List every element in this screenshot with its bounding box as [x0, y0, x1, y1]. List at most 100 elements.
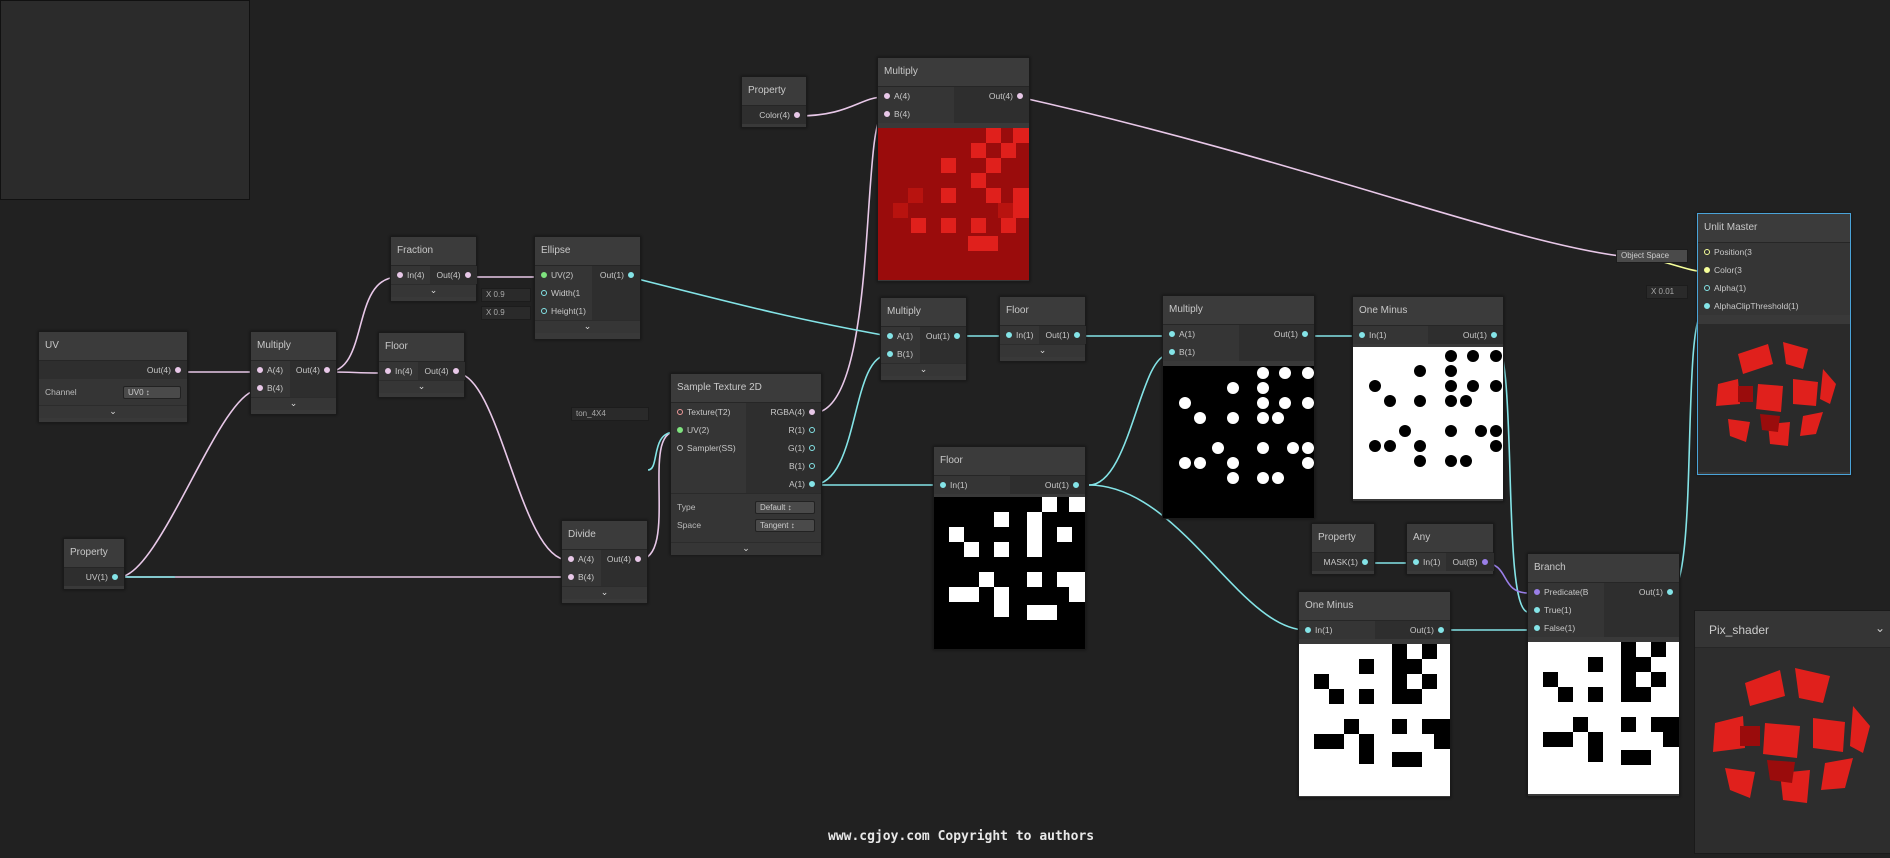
port-dot[interactable] [175, 367, 181, 373]
texture-out-b[interactable]: B(1) [746, 457, 821, 475]
texture-slot-field[interactable]: ton_4X4 [571, 407, 649, 421]
texture-in-sampler[interactable]: Sampler(SS) [671, 439, 746, 457]
divide-node[interactable]: Divide A(4) B(4) Out(4) ⌄ [561, 520, 648, 604]
ellipse-in-width[interactable]: Width(1 [535, 284, 592, 302]
port-dot[interactable] [1438, 627, 1444, 633]
port-dot[interactable] [954, 333, 960, 339]
unlit-in-clip-threshold[interactable]: AlphaClipThreshold(1) [1698, 297, 1850, 315]
port-dot[interactable] [1481, 559, 1488, 565]
port-dot[interactable] [1169, 331, 1175, 337]
multiply-color-out[interactable]: Out(4) [954, 87, 1030, 105]
alpha-value-field[interactable]: X 0.01 [1646, 285, 1688, 299]
port-dot[interactable] [541, 290, 547, 296]
property-uv-node[interactable]: Property UV(1) [63, 538, 125, 590]
port-dot[interactable] [541, 308, 547, 314]
floor3-out[interactable]: Out(1) [1010, 476, 1086, 494]
port-dot[interactable] [1006, 332, 1012, 338]
multiply-color-node[interactable]: Multiply A(4) B(4) Out(4) [877, 57, 1030, 282]
unlit-in-position[interactable]: Position(3 [1698, 243, 1850, 261]
port-dot[interactable] [809, 445, 815, 451]
multiply-node-2[interactable]: Multiply A(1) B(1) Out(1) ⌄ [880, 297, 967, 381]
property-mask-out[interactable]: MASK(1) [1312, 553, 1374, 571]
branch-in-false[interactable]: False(1) [1528, 619, 1604, 637]
port-dot[interactable] [1413, 559, 1419, 565]
port-dot[interactable] [324, 367, 330, 373]
floor-node-2[interactable]: Floor In(1) Out(1) ⌄ [999, 296, 1086, 362]
port-dot[interactable] [1667, 589, 1673, 595]
one-minus-node-1[interactable]: One Minus In(1) Out(1) [1352, 296, 1504, 502]
one-minus-node-2[interactable]: One Minus In(1) Out(1) [1298, 591, 1451, 798]
collapse-chevron-icon[interactable]: ⌄ [671, 542, 821, 555]
port-dot[interactable] [1534, 625, 1540, 631]
texture-out-rgba[interactable]: RGBA(4) [746, 403, 821, 421]
multiply1-in-b[interactable]: B(4) [251, 379, 290, 397]
port-dot[interactable] [809, 409, 815, 415]
port-dot[interactable] [1704, 303, 1710, 309]
texture-out-r[interactable]: R(1) [746, 421, 821, 439]
collapse-chevron-icon[interactable]: ⌄ [391, 284, 476, 297]
blackboard-panel[interactable] [0, 0, 250, 200]
floor1-out[interactable]: Out(4) [418, 362, 464, 380]
chevron-down-icon[interactable]: ⌄ [1875, 621, 1885, 635]
port-dot[interactable] [257, 367, 263, 373]
branch-in-true[interactable]: True(1) [1528, 601, 1604, 619]
port-dot[interactable] [1073, 332, 1080, 338]
collapse-chevron-icon[interactable]: ⌄ [251, 397, 336, 410]
port-dot[interactable] [884, 111, 890, 117]
type-dropdown[interactable]: Default ↕ [755, 501, 815, 514]
port-dot[interactable] [940, 482, 946, 488]
unlit-in-color[interactable]: Color(3 [1698, 261, 1850, 279]
any-out[interactable]: Out(B) [1446, 553, 1493, 571]
ellipse-in-uv[interactable]: UV(2) [535, 266, 592, 284]
port-dot[interactable] [809, 463, 815, 469]
any-in[interactable]: In(1) [1407, 553, 1446, 571]
collapse-chevron-icon[interactable]: ⌄ [562, 586, 647, 599]
multiply1-out[interactable]: Out(4) [290, 361, 336, 379]
multiply-color-in-b[interactable]: B(4) [878, 105, 954, 123]
multiply2-in-b[interactable]: B(1) [881, 345, 920, 363]
port-dot[interactable] [1704, 285, 1710, 291]
one-minus2-out[interactable]: Out(1) [1375, 621, 1451, 639]
port-dot[interactable] [397, 272, 403, 278]
port-dot[interactable] [677, 445, 683, 451]
object-space-dropdown[interactable]: Object Space [1616, 249, 1688, 263]
branch-in-predicate[interactable]: Predicate(B [1528, 583, 1604, 601]
port-dot[interactable] [635, 556, 641, 562]
unlit-in-alpha[interactable]: Alpha(1) [1698, 279, 1850, 297]
uv-out-port[interactable]: Out(4) [39, 361, 187, 379]
channel-dropdown[interactable]: UV0 ↕ [123, 386, 181, 399]
texture-in-tex[interactable]: Texture(T2) [671, 403, 746, 421]
port-dot[interactable] [794, 112, 800, 118]
port-dot[interactable] [1017, 93, 1023, 99]
collapse-chevron-icon[interactable]: ⌄ [39, 405, 187, 418]
property-uv-out-port[interactable]: UV(1) [64, 568, 124, 586]
port-dot[interactable] [809, 481, 815, 487]
branch-out[interactable]: Out(1) [1604, 583, 1680, 601]
ellipse-in-height[interactable]: Height(1) [535, 302, 592, 320]
port-dot[interactable] [887, 351, 893, 357]
unlit-master-node[interactable]: Unlit Master Position(3 Color(3 Alpha(1)… [1697, 213, 1851, 475]
multiply-node-1[interactable]: Multiply A(4) B(4) Out(4) ⌄ [250, 331, 337, 415]
height-value-field[interactable]: X 0.9 [481, 306, 531, 320]
port-dot[interactable] [452, 368, 459, 374]
floor3-in[interactable]: In(1) [934, 476, 1010, 494]
any-node[interactable]: Any In(1) Out(B) [1406, 523, 1494, 575]
one-minus1-out[interactable]: Out(1) [1428, 326, 1503, 344]
port-dot[interactable] [568, 556, 574, 562]
divide-out[interactable]: Out(4) [601, 550, 647, 568]
port-dot[interactable] [1302, 331, 1308, 337]
port-dot[interactable] [1534, 589, 1540, 595]
ellipse-out[interactable]: Out(1) [592, 266, 640, 284]
floor2-out[interactable]: Out(1) [1039, 326, 1085, 344]
uv-node[interactable]: UV Out(4) Channel UV0 ↕ ⌄ [38, 331, 188, 423]
property-mask-node[interactable]: Property MASK(1) [1311, 523, 1375, 575]
multiply2-out[interactable]: Out(1) [920, 327, 966, 345]
property-color-node[interactable]: Property Color(4) [741, 76, 807, 128]
one-minus1-in[interactable]: In(1) [1353, 326, 1428, 344]
port-dot[interactable] [887, 333, 893, 339]
port-dot[interactable] [1169, 349, 1175, 355]
fraction-in[interactable]: In(4) [391, 266, 430, 284]
collapse-chevron-icon[interactable]: ⌄ [1000, 344, 1085, 357]
width-value-field[interactable]: X 0.9 [481, 288, 531, 302]
collapse-chevron-icon[interactable]: ⌄ [379, 380, 464, 393]
